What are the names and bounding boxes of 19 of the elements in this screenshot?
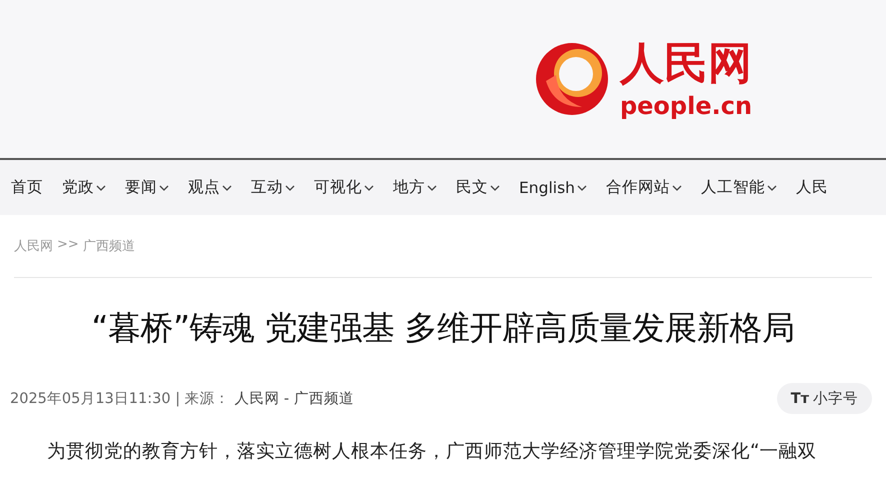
nav-link[interactable]: 可视化 (314, 177, 374, 198)
font-size-button[interactable]: Tт 小字号 (776, 383, 872, 414)
nav-link[interactable]: 互动 (251, 177, 295, 198)
nav-link[interactable]: 首页 (11, 177, 43, 198)
article-title: “暮桥”铸魂 党建强基 多维开辟高质量发展新格局 (90, 307, 796, 349)
article-paragraph: 为贯彻党的教育方针，落实立德树人根本任务，广西师范大学经济管理学院党委深化“一融双 (46, 440, 818, 463)
article-meta: 2025年05月13日11:30 | 来源： 人民网 - 广西频道 (10, 390, 354, 408)
source-link[interactable]: 人民网 - 广西频道 (234, 391, 354, 407)
nav-link[interactable]: 地方 (393, 177, 437, 198)
site-logo[interactable]: 人民网 people.cn (534, 36, 756, 122)
nav-link[interactable]: 合作网站 (606, 177, 682, 198)
logo-swirl-icon (534, 41, 610, 117)
nav-link[interactable]: 党政 (62, 177, 106, 198)
nav-link[interactable]: English (519, 178, 587, 196)
nav-link[interactable]: 人工智能 (700, 177, 777, 198)
nav-link[interactable]: 民文 (456, 177, 500, 198)
nav-link[interactable]: 要闻 (125, 177, 169, 198)
nav-link[interactable]: 人民 (796, 177, 828, 198)
nav-link[interactable]: 观点 (188, 177, 232, 198)
